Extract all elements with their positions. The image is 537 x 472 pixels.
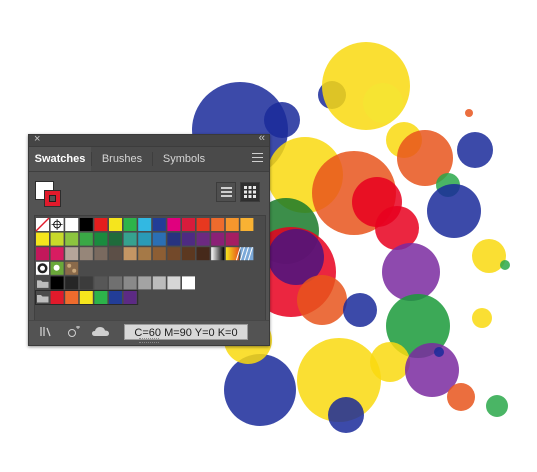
swatch[interactable] — [167, 232, 181, 246]
swatch[interactable] — [65, 232, 79, 246]
collapse-icon[interactable]: ‹‹ — [259, 132, 265, 144]
swatch-grid — [34, 215, 266, 321]
swatch[interactable] — [167, 276, 181, 290]
swatch[interactable] — [211, 247, 225, 261]
close-icon[interactable]: × — [34, 133, 40, 145]
artwork-circle[interactable] — [434, 347, 444, 357]
stroke-swatch[interactable] — [44, 190, 61, 207]
swatch[interactable] — [79, 276, 93, 290]
swatch[interactable] — [211, 218, 225, 231]
artwork-circle[interactable] — [457, 132, 493, 168]
panel-menu-icon[interactable] — [252, 153, 263, 165]
swatch[interactable] — [94, 276, 108, 290]
swatch[interactable] — [138, 247, 152, 261]
swatch[interactable] — [65, 261, 79, 275]
tab-symbols[interactable]: Symbols — [153, 147, 215, 171]
artwork-circle[interactable] — [363, 83, 403, 123]
swatch[interactable] — [182, 232, 195, 246]
swatch[interactable] — [50, 261, 64, 275]
artwork-circle[interactable] — [343, 293, 377, 327]
resize-grip[interactable] — [139, 338, 159, 343]
swatch[interactable] — [123, 232, 137, 246]
swatch[interactable] — [123, 218, 137, 231]
swatch[interactable] — [50, 247, 64, 261]
swatch[interactable] — [94, 218, 108, 231]
swatch[interactable] — [79, 291, 93, 304]
swatch[interactable] — [196, 232, 210, 246]
artwork-circle[interactable] — [224, 354, 296, 426]
swatch[interactable] — [138, 232, 152, 246]
swatch[interactable] — [240, 218, 254, 231]
swatch[interactable] — [211, 232, 225, 246]
swatch[interactable] — [167, 218, 181, 231]
swatch[interactable] — [123, 276, 137, 290]
swatch[interactable] — [37, 280, 49, 288]
swatch[interactable] — [138, 218, 152, 231]
swatch[interactable] — [196, 247, 210, 261]
artwork-circle[interactable] — [264, 102, 300, 138]
swatch[interactable] — [50, 232, 64, 246]
swatch[interactable] — [123, 247, 137, 261]
swatch[interactable] — [109, 276, 122, 290]
swatch[interactable] — [123, 291, 137, 304]
swatch[interactable] — [36, 232, 49, 246]
swatch-libraries-icon[interactable] — [39, 326, 53, 340]
swatch[interactable] — [79, 232, 93, 246]
panel-tabs: Swatches Brushes Symbols — [29, 147, 269, 172]
swatch[interactable] — [109, 247, 122, 261]
artwork-circle[interactable] — [472, 239, 506, 273]
swatch[interactable] — [94, 291, 108, 304]
swatch[interactable] — [225, 218, 239, 231]
grid-view-icon[interactable] — [240, 182, 260, 202]
swatch[interactable] — [35, 217, 50, 232]
swatch[interactable] — [167, 247, 181, 261]
swatch[interactable] — [182, 247, 195, 261]
list-view-icon[interactable] — [216, 182, 236, 202]
panel-titlebar[interactable]: × ‹‹ — [29, 132, 269, 147]
artwork-circle[interactable] — [297, 275, 347, 325]
panel-footer: C=60 M=90 Y=0 K=0 — [29, 320, 269, 345]
swatch[interactable] — [50, 291, 64, 304]
swatch[interactable] — [65, 218, 79, 231]
swatch[interactable] — [152, 232, 166, 246]
artwork-circle[interactable] — [328, 397, 364, 433]
swatch[interactable] — [182, 218, 195, 231]
swatch[interactable] — [94, 232, 108, 246]
swatch[interactable] — [109, 218, 122, 231]
place-swatch-icon[interactable] — [67, 325, 81, 341]
artwork-circle[interactable] — [447, 383, 475, 411]
swatch[interactable] — [182, 276, 195, 290]
swatch[interactable] — [152, 218, 166, 231]
swatch[interactable] — [109, 232, 122, 246]
swatch[interactable] — [37, 295, 49, 303]
swatch[interactable] — [65, 291, 79, 304]
swatch[interactable] — [138, 276, 152, 290]
swatch[interactable] — [50, 218, 64, 231]
artwork-circle[interactable] — [500, 260, 510, 270]
swatch[interactable] — [65, 247, 79, 261]
swatch[interactable] — [79, 218, 93, 231]
cloud-libraries-icon[interactable] — [91, 326, 111, 341]
swatch[interactable] — [152, 247, 166, 261]
swatch[interactable] — [225, 232, 239, 246]
swatch[interactable] — [36, 261, 49, 275]
swatch[interactable] — [94, 247, 108, 261]
swatch[interactable] — [152, 276, 166, 290]
tab-swatches[interactable]: Swatches — [29, 147, 91, 171]
artwork-circle[interactable] — [486, 395, 508, 417]
swatches-panel: × ‹‹ Swatches Brushes Symbols C=60 M=90 … — [28, 132, 270, 346]
swatch[interactable] — [79, 247, 93, 261]
swatch[interactable] — [50, 276, 64, 290]
swatch[interactable] — [235, 247, 254, 261]
artwork-circle[interactable] — [427, 184, 481, 238]
artwork-circle[interactable] — [472, 308, 492, 328]
swatch[interactable] — [109, 291, 122, 304]
tab-brushes[interactable]: Brushes — [92, 147, 152, 171]
swatch[interactable] — [65, 276, 79, 290]
artwork-circle[interactable] — [382, 243, 440, 301]
swatch[interactable] — [196, 218, 210, 231]
swatch[interactable] — [36, 247, 49, 261]
artwork-circle[interactable] — [465, 109, 473, 117]
